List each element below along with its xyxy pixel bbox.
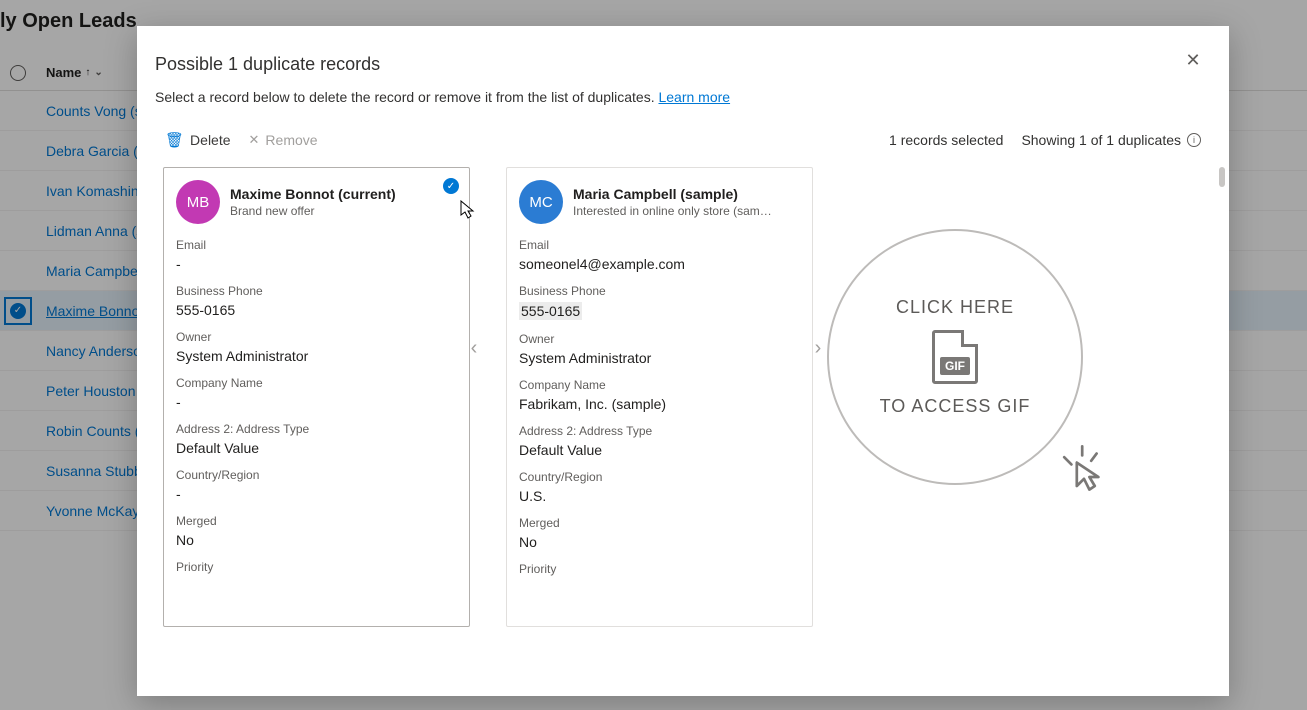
card-name: Maria Campbell (sample) — [573, 186, 772, 202]
card-subtitle: Interested in online only store (sam… — [573, 204, 772, 218]
field-value: System Administrator — [176, 348, 457, 364]
field-label: Country/Region — [519, 470, 800, 484]
field-value: Default Value — [176, 440, 457, 456]
field-value: - — [176, 256, 457, 272]
field-label: Business Phone — [519, 284, 800, 298]
field-value: Default Value — [519, 442, 800, 458]
info-icon[interactable]: i — [1187, 133, 1201, 147]
record-card[interactable]: ✓ MB Maxime Bonnot (current) Brand new offe… — [163, 167, 470, 627]
card-subtitle: Brand new offer — [230, 204, 396, 218]
field-label: Owner — [176, 330, 457, 344]
field-value: No — [519, 534, 800, 550]
field-value: 555-0165 — [176, 302, 457, 318]
field-value: U.S. — [519, 488, 800, 504]
trash-icon: 🗑 — [165, 131, 184, 149]
showing-text: Showing 1 of 1 duplicates — [1021, 132, 1181, 148]
field-label: Address 2: Address Type — [176, 422, 457, 436]
field-value: 555-0165 — [519, 302, 800, 320]
remove-icon: ✕ — [249, 132, 260, 148]
field-label: Country/Region — [176, 468, 457, 482]
field-value: Fabrikam, Inc. (sample) — [519, 396, 800, 412]
gif-label: GIF — [940, 357, 970, 375]
field-label: Priority — [519, 562, 800, 576]
card-selected-icon: ✓ — [443, 178, 459, 194]
remove-label: Remove — [265, 132, 317, 148]
remove-button: ✕ Remove — [249, 131, 318, 149]
gif-file-icon: GIF — [932, 330, 978, 384]
avatar: MB — [176, 180, 220, 224]
field-label: Business Phone — [176, 284, 457, 298]
records-selected-text: 1 records selected — [889, 132, 1003, 148]
field-label: Merged — [176, 514, 457, 528]
field-label: Email — [176, 238, 457, 252]
delete-label: Delete — [190, 132, 230, 148]
field-label: Company Name — [176, 376, 457, 390]
scrollbar[interactable] — [1219, 167, 1225, 187]
gif-bottom-text: TO ACCESS GIF — [880, 396, 1031, 417]
learn-more-link[interactable]: Learn more — [658, 89, 730, 105]
field-value: someonel4@example.com — [519, 256, 800, 272]
modal-subtitle-text: Select a record below to delete the reco… — [155, 89, 658, 105]
card-name: Maxime Bonnot (current) — [230, 186, 396, 202]
field-label: Owner — [519, 332, 800, 346]
field-value: System Administrator — [519, 350, 800, 366]
modal-title: Possible 1 duplicate records — [155, 54, 1187, 75]
avatar: MC — [519, 180, 563, 224]
field-label: Address 2: Address Type — [519, 424, 800, 438]
gif-badge[interactable]: CLICK HERE GIF TO ACCESS GIF — [827, 229, 1083, 485]
field-label: Email — [519, 238, 800, 252]
field-value: - — [176, 486, 457, 502]
delete-button[interactable]: 🗑 Delete — [165, 131, 231, 149]
field-label: Priority — [176, 560, 457, 574]
cursor-icon — [1057, 441, 1111, 495]
modal-subtitle: Select a record below to delete the reco… — [155, 89, 1187, 105]
field-label: Merged — [519, 516, 800, 530]
field-value: - — [176, 394, 457, 410]
field-value: No — [176, 532, 457, 548]
record-card[interactable]: MC Maria Campbell (sample) Interested in o… — [506, 167, 813, 627]
field-label: Company Name — [519, 378, 800, 392]
gif-top-text: CLICK HERE — [896, 297, 1014, 318]
duplicate-modal: ✕ Possible 1 duplicate records Select a … — [137, 26, 1229, 696]
